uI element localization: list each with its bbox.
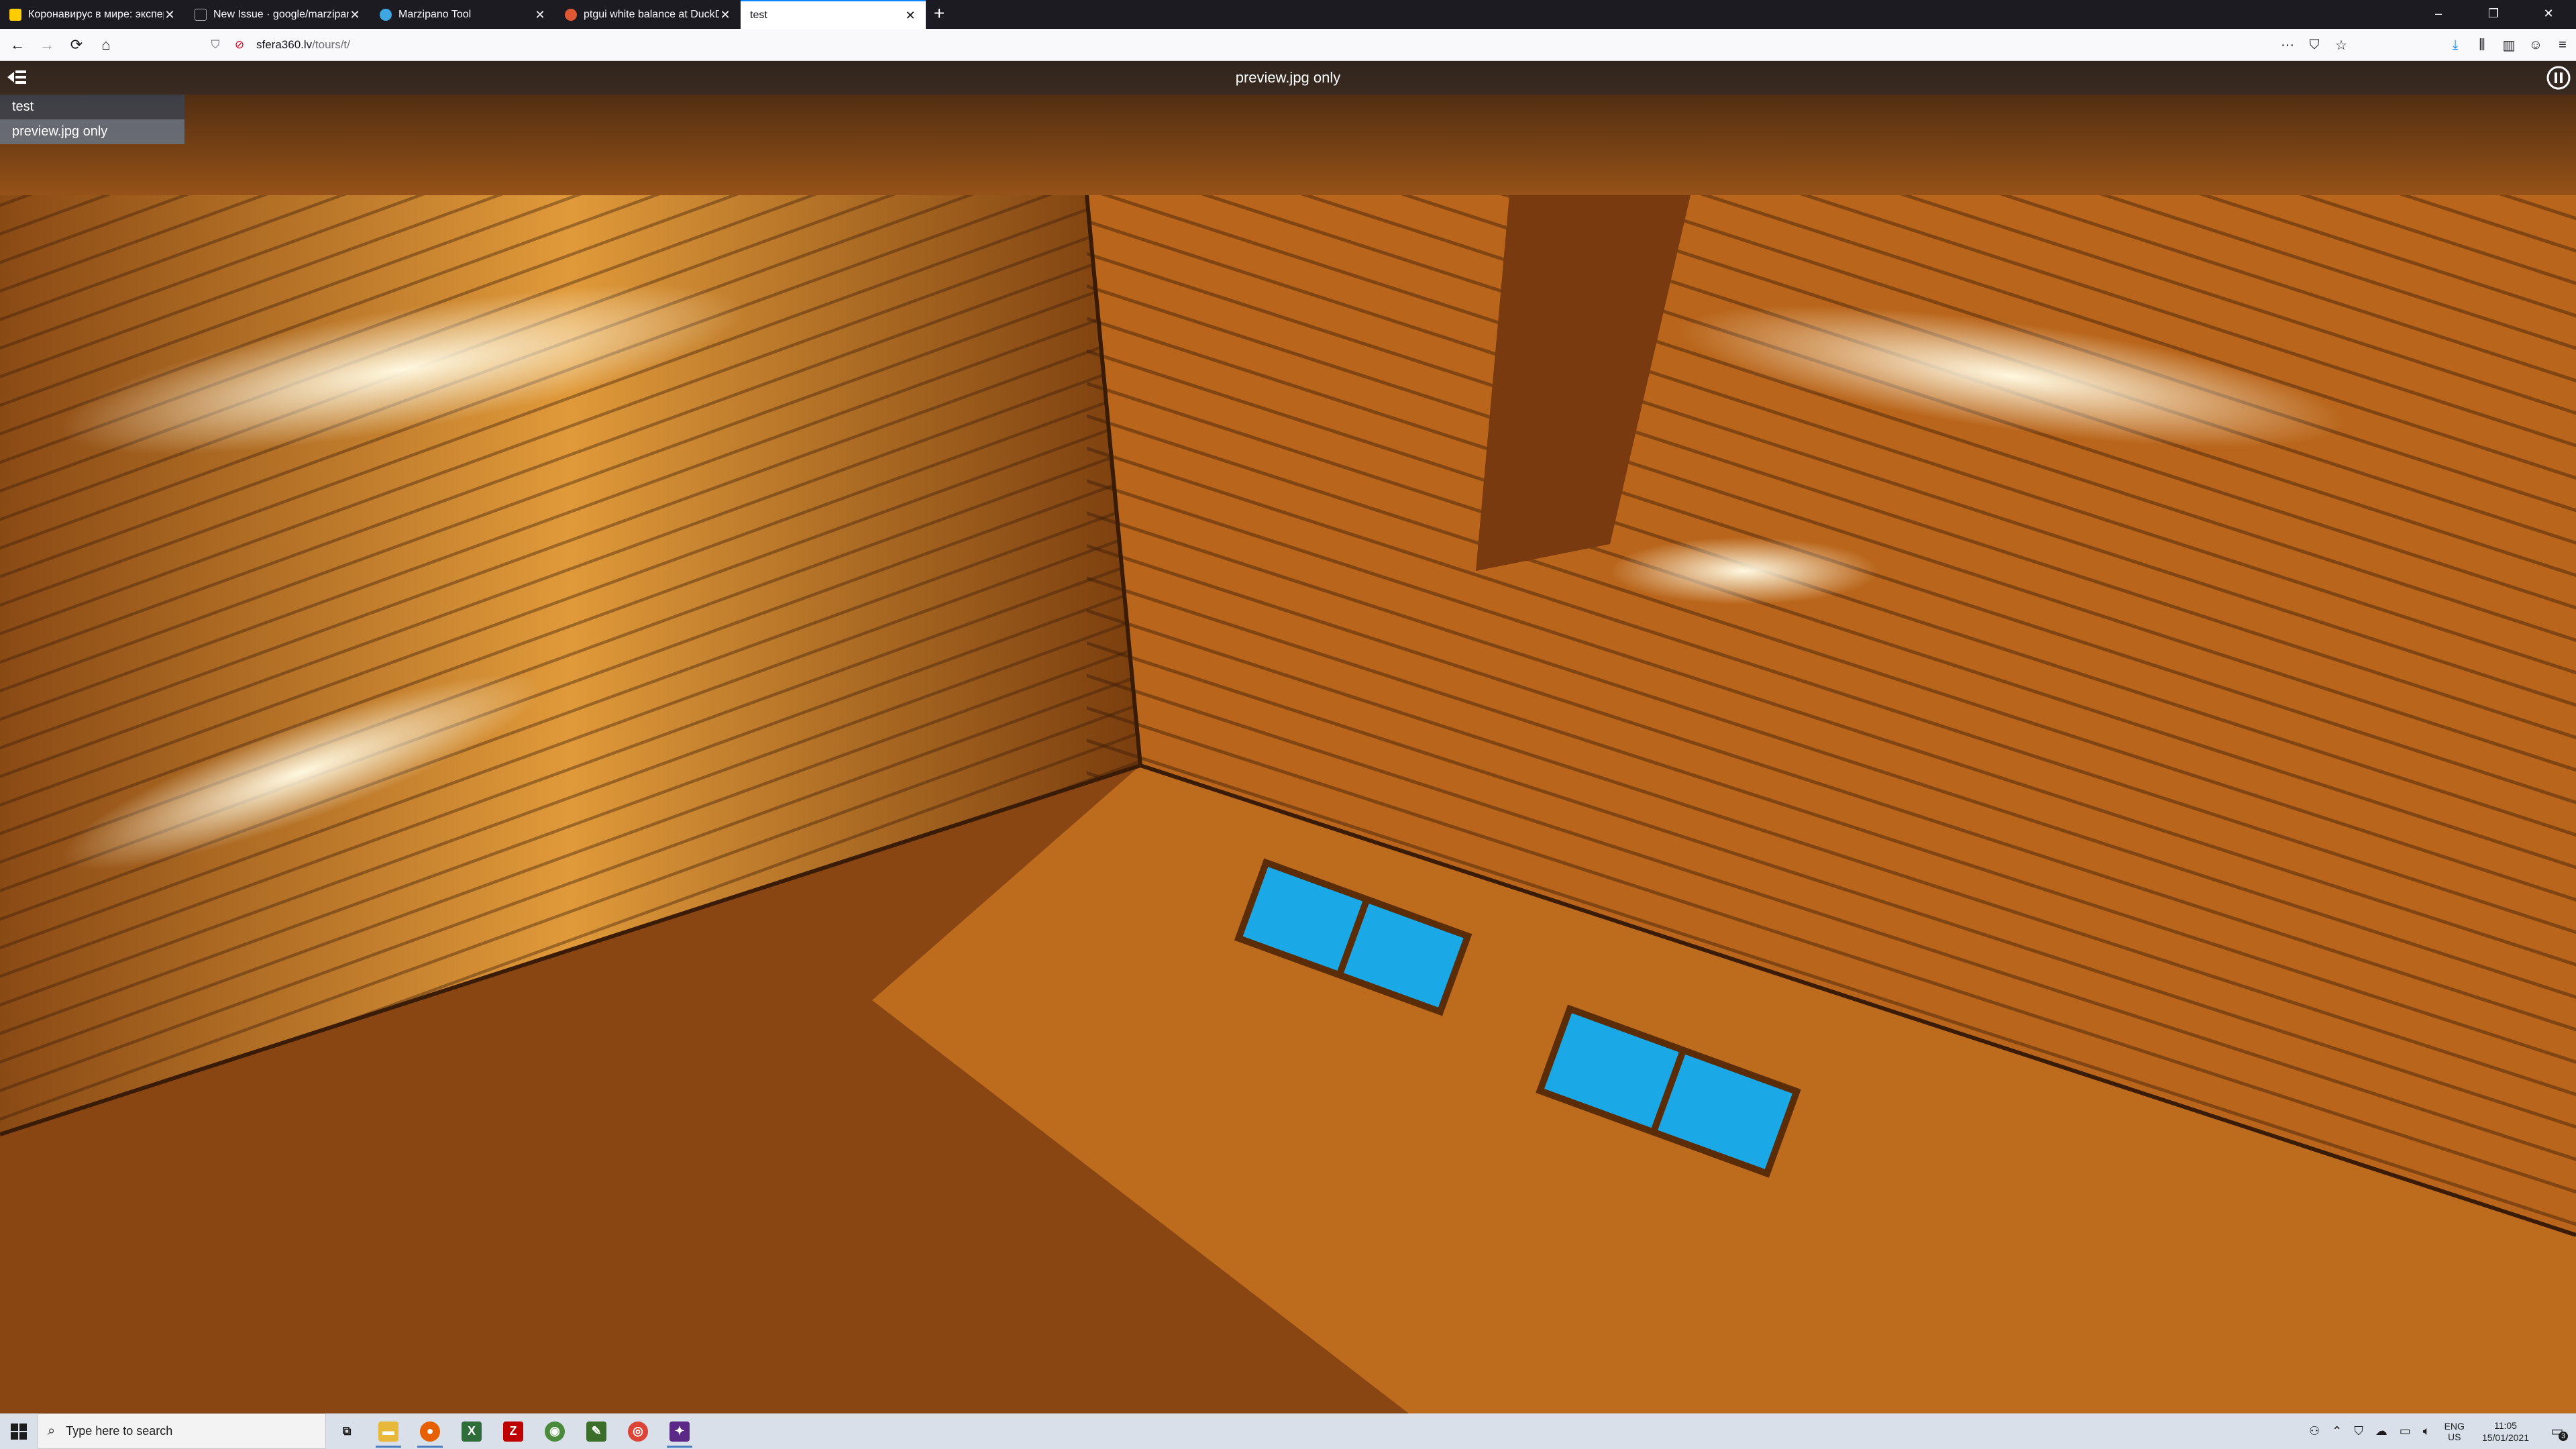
- keyboard-layout: US: [2448, 1431, 2461, 1442]
- firefox-icon[interactable]: ●: [409, 1413, 451, 1449]
- scene-list: test preview.jpg only: [0, 95, 184, 144]
- bookmark-star-icon[interactable]: ☆: [2328, 37, 2355, 54]
- input-language[interactable]: ENG US: [2445, 1421, 2465, 1442]
- autorotate-toggle[interactable]: [2545, 64, 2572, 91]
- home-icon[interactable]: ⌂: [94, 33, 118, 57]
- close-tab-icon[interactable]: ✕: [164, 9, 176, 21]
- search-placeholder: Type here to search: [66, 1424, 173, 1438]
- close-tab-icon[interactable]: ✕: [719, 9, 731, 21]
- downloads-icon[interactable]: ⤓: [2442, 38, 2469, 53]
- navigation-bar: ← → ⟳ ⌂ ⛉ ⊘ sfera360.lv/tours/t/ ··· ⛉ ☆…: [0, 29, 2576, 61]
- toolbar-icons: ··· ⛉ ☆ ⤓ ⫼ ▥ ☺ ≡: [2274, 32, 2576, 58]
- windows-logo-icon: [11, 1423, 27, 1440]
- tab-title: Marzipano Tool: [398, 8, 472, 20]
- shield-icon[interactable]: ⛉: [208, 38, 223, 52]
- browser-tab-active[interactable]: test ✕: [741, 0, 926, 29]
- notification-count: 3: [2559, 1432, 2568, 1441]
- browser-tab-strip: Коронавирус в мире: экспер ✕ New Issue ·…: [0, 0, 2576, 29]
- task-view-icon[interactable]: ⧉: [326, 1413, 368, 1449]
- file-explorer-icon[interactable]: ▬: [368, 1413, 409, 1449]
- menu-icon[interactable]: ≡: [2549, 38, 2576, 53]
- green-app-icon[interactable]: ◉: [534, 1413, 576, 1449]
- tab-favicon: [9, 8, 21, 21]
- back-icon[interactable]: ←: [5, 33, 30, 57]
- close-tab-icon[interactable]: ✕: [904, 9, 916, 21]
- clock-date: 15/01/2021: [2481, 1432, 2529, 1443]
- sidebar-toggle-icon[interactable]: [4, 64, 30, 90]
- browser-tab[interactable]: Коронавирус в мире: экспер ✕: [0, 0, 185, 29]
- tab-title: ptgui white balance at DuckDu: [584, 8, 719, 20]
- taskbar-search[interactable]: ⌕ Type here to search: [38, 1413, 326, 1449]
- minimize-icon[interactable]: –: [2411, 0, 2466, 29]
- account-icon[interactable]: ☺: [2522, 38, 2549, 53]
- tab-title: Коронавирус в мире: экспер: [28, 8, 164, 20]
- start-button[interactable]: [0, 1413, 38, 1449]
- filezilla-icon[interactable]: Z: [492, 1413, 534, 1449]
- ptgui-icon[interactable]: ✦: [659, 1413, 700, 1449]
- search-icon: ⌕: [48, 1424, 56, 1438]
- tab-title: New Issue · google/marzipano: [213, 8, 349, 20]
- reload-icon[interactable]: ⟳: [64, 33, 89, 57]
- volume-icon[interactable]: 🔈︎: [2423, 1424, 2430, 1438]
- pocket-icon[interactable]: ⛉: [2301, 38, 2328, 53]
- url-host: sfera360.lv: [256, 38, 313, 51]
- sidebar-icon[interactable]: ▥: [2496, 37, 2522, 54]
- url-bar[interactable]: ⛉ ⊘ sfera360.lv/tours/t/: [208, 32, 2355, 58]
- browser-tab[interactable]: New Issue · google/marzipano ✕: [185, 0, 370, 29]
- security-icon[interactable]: ⛉: [2354, 1424, 2363, 1438]
- close-tab-icon[interactable]: ✕: [349, 9, 361, 21]
- clock[interactable]: 11:05 15/01/2021: [2482, 1419, 2529, 1444]
- chrome-icon[interactable]: ◎: [617, 1413, 659, 1449]
- show-hidden-icons-icon[interactable]: ⌃: [2332, 1424, 2342, 1438]
- insecure-lock-icon[interactable]: ⊘: [232, 38, 247, 52]
- notification-center-icon[interactable]: ▭ 3: [2538, 1413, 2576, 1449]
- close-window-icon[interactable]: ✕: [2521, 0, 2576, 29]
- excel-icon[interactable]: X: [451, 1413, 492, 1449]
- pause-icon: [2546, 66, 2571, 90]
- tab-title: test: [750, 9, 767, 21]
- close-tab-icon[interactable]: ✕: [534, 9, 546, 21]
- scene-item-current[interactable]: preview.jpg only: [0, 119, 184, 144]
- duckduckgo-icon: [565, 8, 577, 21]
- windows-taskbar: ⌕ Type here to search ⧉ ▬ ● X Z ◉ ✎ ◎ ✦ …: [0, 1413, 2576, 1449]
- browser-tab[interactable]: Marzipano Tool ✕: [370, 0, 555, 29]
- graph-app-icon[interactable]: ✎: [576, 1413, 617, 1449]
- window-controls: – ❐ ✕: [2411, 0, 2576, 29]
- panorama-image[interactable]: [0, 61, 2576, 1413]
- restore-icon[interactable]: ❐: [2466, 0, 2521, 29]
- library-icon[interactable]: ⫼: [2469, 38, 2496, 53]
- url-path: /tours/t/: [312, 38, 350, 51]
- menu-collapse-icon: [7, 70, 26, 84]
- language-code: ENG: [2444, 1420, 2465, 1432]
- people-icon[interactable]: ⚇: [2309, 1424, 2320, 1438]
- clock-time: 11:05: [2493, 1419, 2517, 1431]
- panorama-viewer[interactable]: [0, 61, 2576, 1413]
- browser-tab[interactable]: ptgui white balance at DuckDu ✕: [555, 0, 741, 29]
- github-icon: [195, 8, 207, 21]
- scene-title: preview.jpg only: [1235, 69, 1341, 86]
- new-tab-icon[interactable]: +: [926, 0, 953, 29]
- system-tray: ⚇ ⌃ ⛉ ☁ ▭ 🔈︎ ENG US 11:05 15/01/2021 ▭ 3: [2303, 1413, 2576, 1449]
- scene-item[interactable]: test: [0, 95, 184, 119]
- network-icon[interactable]: ▭: [2400, 1424, 2411, 1438]
- forward-icon[interactable]: →: [35, 33, 59, 57]
- onedrive-icon[interactable]: ☁: [2375, 1424, 2387, 1438]
- tab-favicon: [380, 8, 392, 21]
- more-icon[interactable]: ···: [2274, 38, 2301, 53]
